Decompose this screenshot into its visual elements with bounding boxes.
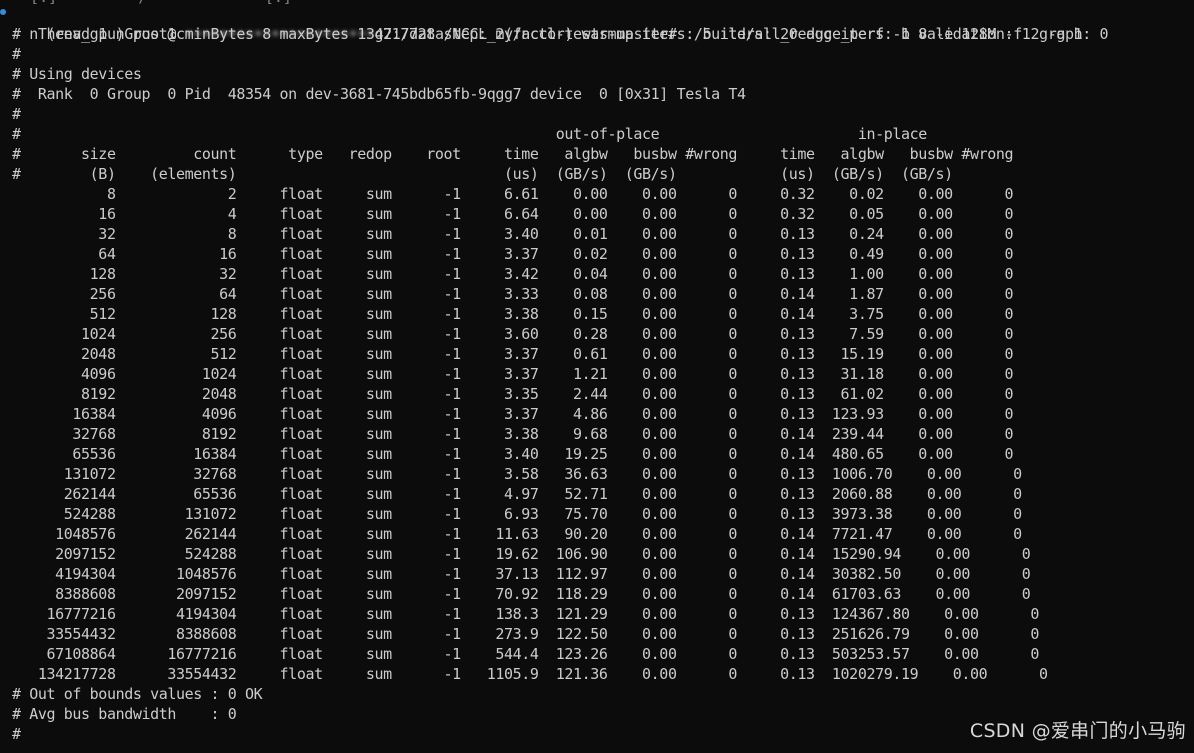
result-row: 16384 4096 float sum -1 3.37 4.86 0.00 0… — [12, 405, 1014, 423]
result-row: 16777216 4194304 float sum -1 138.3 121.… — [12, 605, 1040, 623]
prompt-status-dot-icon — [0, 9, 6, 15]
header-line: # — [12, 45, 21, 63]
result-row: 256 64 float sum -1 3.33 0.08 0.00 0 0.1… — [12, 285, 1014, 303]
result-row: 262144 65536 float sum -1 4.97 52.71 0.0… — [12, 485, 1022, 503]
result-row: 2097152 524288 float sum -1 19.62 106.90… — [12, 545, 1031, 563]
footer-line: # — [12, 725, 21, 743]
result-row: 1024 256 float sum -1 3.60 0.28 0.00 0 0… — [12, 325, 1014, 343]
header-line: # out-of-place in-place — [12, 125, 927, 143]
terminal-window[interactable]: [.] / [.] (env_gpu) root@c••••••••••••••… — [0, 0, 1194, 753]
footer-line: # Out of bounds values : 0 OK — [12, 685, 263, 703]
result-row: 64 16 float sum -1 3.37 0.02 0.00 0 0.13… — [12, 245, 1014, 263]
result-row: 33554432 8388608 float sum -1 273.9 122.… — [12, 625, 1040, 643]
command-prompt-line: (env_gpu) root@c••••••••••••••••••••••g7… — [12, 4, 1083, 43]
header-line: # — [12, 105, 21, 123]
result-row: 8388608 2097152 float sum -1 70.92 118.2… — [12, 585, 1031, 603]
header-line: # Using devices — [12, 65, 142, 83]
result-row: 32 8 float sum -1 3.40 0.01 0.00 0 0.13 … — [12, 225, 1014, 243]
footer-line: # Avg bus bandwidth : 0 — [12, 705, 237, 723]
header-line: # (B) (elements) (us) (GB/s) (GB/s) (us)… — [12, 165, 953, 183]
result-row: 2048 512 float sum -1 3.37 0.61 0.00 0 0… — [12, 345, 1014, 363]
header-line: # size count type redop root time algbw … — [12, 145, 1014, 163]
result-row: 1048576 262144 float sum -1 11.63 90.20 … — [12, 525, 1022, 543]
result-row: 32768 8192 float sum -1 3.38 9.68 0.00 0… — [12, 425, 1014, 443]
result-row: 16 4 float sum -1 6.64 0.00 0.00 0 0.32 … — [12, 205, 1014, 223]
result-row: 65536 16384 float sum -1 3.40 19.25 0.00… — [12, 445, 1014, 463]
result-row: 4194304 1048576 float sum -1 37.13 112.9… — [12, 565, 1031, 583]
result-row: 134217728 33554432 float sum -1 1105.9 1… — [12, 665, 1048, 683]
result-row: 4096 1024 float sum -1 3.37 1.21 0.00 0 … — [12, 365, 1014, 383]
result-row: 524288 131072 float sum -1 6.93 75.70 0.… — [12, 505, 1022, 523]
watermark: CSDN @爱串门的小马驹 — [969, 720, 1186, 742]
result-row: 8 2 float sum -1 6.61 0.00 0.00 0 0.32 0… — [12, 185, 1014, 203]
header-line: # Rank 0 Group 0 Pid 48354 on dev-3681-7… — [12, 85, 746, 103]
result-row: 67108864 16777216 float sum -1 544.4 123… — [12, 645, 1040, 663]
result-row: 8192 2048 float sum -1 3.35 2.44 0.00 0 … — [12, 385, 1014, 403]
result-row: 131072 32768 float sum -1 3.58 36.63 0.0… — [12, 465, 1022, 483]
result-row: 512 128 float sum -1 3.38 0.15 0.00 0 0.… — [12, 305, 1014, 323]
result-row: 128 32 float sum -1 3.42 0.04 0.00 0 0.1… — [12, 265, 1014, 283]
header-line: # nThread 1 nGpus 1 minBytes 8 maxBytes … — [12, 25, 1109, 43]
